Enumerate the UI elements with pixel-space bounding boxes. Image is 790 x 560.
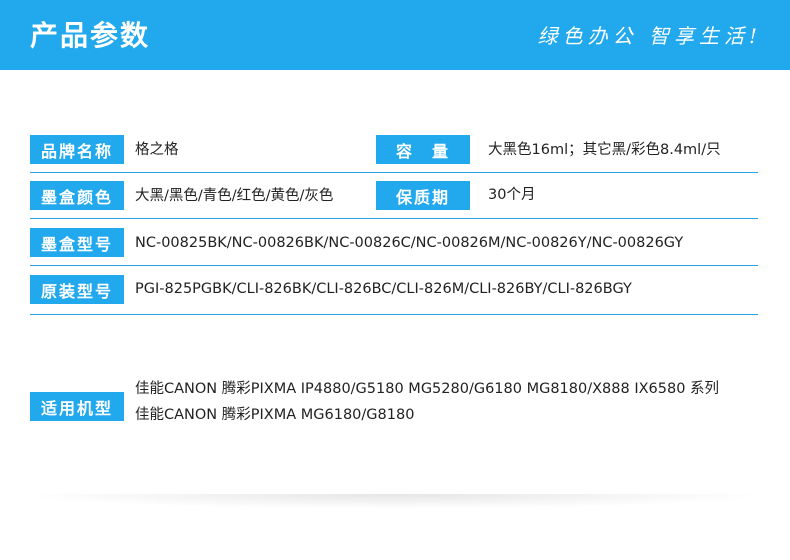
bottom-shadow (40, 494, 750, 508)
row-divider (30, 314, 758, 315)
original-model-label: 原装型号 (30, 275, 124, 304)
colors-label: 墨盒颜色 (30, 181, 124, 210)
brand-value: 格之格 (135, 142, 179, 158)
colors-value: 大黑/黑色/青色/红色/黄色/灰色 (135, 188, 334, 204)
warranty-value: 30个月 (488, 187, 536, 203)
capacity-value: 大黑色16ml；其它黑/彩色8.4ml/只 (488, 142, 721, 158)
compatible-label: 适用机型 (30, 392, 124, 421)
model-label: 墨盒型号 (30, 228, 124, 257)
brand-label: 品牌名称 (30, 135, 124, 164)
warranty-label: 保质期 (376, 181, 470, 210)
row-divider (30, 172, 758, 173)
slogan: 绿色办公 智享生活! (537, 24, 762, 48)
row-divider (30, 218, 758, 219)
page-title: 产品参数 (30, 19, 151, 52)
row-divider (30, 265, 758, 266)
header-banner: 产品参数 绿色办公 智享生活! (0, 0, 790, 70)
compatible-line-2: 佳能CANON 腾彩PIXMA MG6180/G8180 (135, 407, 415, 423)
compatible-line-1: 佳能CANON 腾彩PIXMA IP4880/G5180 MG5280/G618… (135, 381, 720, 397)
model-value: NC-00825BK/NC-00826BK/NC-00826C/NC-00826… (135, 235, 684, 251)
original-model-value: PGI-825PGBK/CLI-826BK/CLI-826BC/CLI-826M… (135, 281, 632, 297)
capacity-label: 容 量 (376, 135, 470, 164)
